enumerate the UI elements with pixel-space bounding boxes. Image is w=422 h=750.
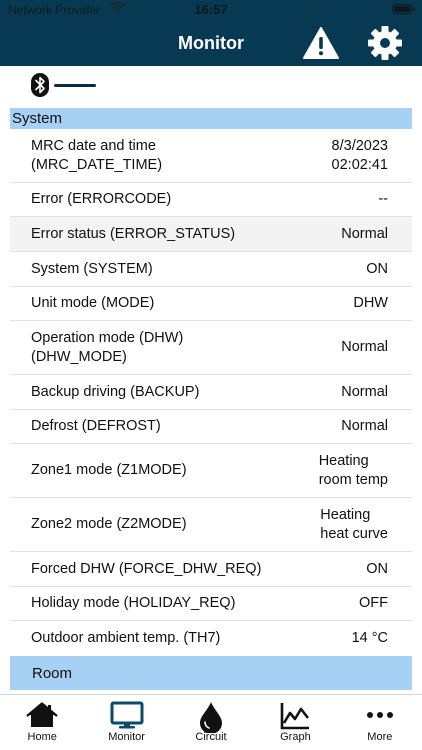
- tab-monitor[interactable]: Monitor: [84, 695, 168, 750]
- row-value: Normal: [341, 339, 388, 355]
- row-defrost[interactable]: Defrost (DEFROST) Normal: [10, 410, 412, 444]
- section-header-room[interactable]: Room: [10, 656, 412, 690]
- bluetooth-status: [30, 72, 150, 100]
- row-value: Normal: [341, 418, 388, 434]
- bluetooth-icon: [31, 73, 49, 97]
- warning-icon[interactable]: [302, 26, 340, 60]
- row-value: 14 °C: [351, 630, 388, 646]
- row-value: OFF: [359, 595, 388, 611]
- row-label: Zone2 mode (Z2MODE): [31, 516, 187, 532]
- tab-label: Circuit: [195, 731, 227, 743]
- row-error-code[interactable]: Error (ERRORCODE) --: [10, 183, 412, 217]
- row-error-status[interactable]: Error status (ERROR_STATUS) Normal: [10, 217, 412, 252]
- row-label: Operation mode (DHW) (DHW_MODE): [31, 329, 184, 365]
- row-label: Forced DHW (FORCE_DHW_REQ): [31, 560, 262, 577]
- section-header-system: System: [10, 108, 412, 129]
- row-value: Normal: [341, 225, 388, 242]
- row-value: 8/3/2023 02:02:41: [331, 137, 388, 173]
- tab-circuit[interactable]: Circuit: [169, 695, 253, 750]
- battery-icon: [392, 4, 415, 14]
- row-label: Unit mode (MODE): [31, 295, 155, 311]
- drop-icon: [200, 702, 223, 733]
- row-outdoor-temp[interactable]: Outdoor ambient temp. (TH7) 14 °C: [10, 621, 412, 656]
- tab-label: More: [367, 731, 393, 743]
- tab-more[interactable]: More: [338, 695, 422, 750]
- row-label: Holiday mode (HOLIDAY_REQ): [31, 595, 236, 611]
- home-icon: [26, 702, 58, 727]
- monitor-icon: [110, 701, 144, 729]
- graph-icon: [281, 703, 310, 730]
- tab-label: Monitor: [108, 731, 145, 743]
- status-bar: Network Provider 16:57: [0, 0, 422, 20]
- row-unit-mode[interactable]: Unit mode (MODE) DHW: [10, 287, 412, 321]
- tab-bar: Home Monitor Circuit Graph More: [0, 694, 422, 750]
- row-mrc-date-time[interactable]: MRC date and time (MRC_DATE_TIME) 8/3/20…: [10, 129, 412, 183]
- gear-icon[interactable]: [366, 24, 404, 62]
- connection-line: [54, 84, 96, 87]
- row-label: System (SYSTEM): [31, 260, 153, 277]
- row-label: Backup driving (BACKUP): [31, 383, 200, 400]
- row-operation-mode[interactable]: Operation mode (DHW) (DHW_MODE) Normal: [10, 321, 412, 375]
- app-header: Network Provider 16:57 Monitor: [0, 0, 422, 66]
- row-value: ON: [366, 560, 388, 577]
- row-value: --: [378, 191, 388, 207]
- tab-home[interactable]: Home: [0, 695, 84, 750]
- row-label: Error (ERRORCODE): [31, 191, 172, 207]
- row-label: Zone1 mode (Z1MODE): [31, 462, 187, 478]
- row-holiday-mode[interactable]: Holiday mode (HOLIDAY_REQ) OFF: [10, 587, 412, 621]
- row-value: ON: [366, 260, 388, 277]
- page-title: Monitor: [178, 33, 244, 53]
- row-forced-dhw[interactable]: Forced DHW (FORCE_DHW_REQ) ON: [10, 552, 412, 587]
- row-label: Error status (ERROR_STATUS): [31, 225, 236, 242]
- row-value: Heating room temp: [318, 452, 388, 488]
- row-value: DHW: [353, 295, 388, 311]
- row-zone2-mode[interactable]: Zone2 mode (Z2MODE) Heating heat curve: [10, 498, 412, 552]
- tab-label: Home: [27, 731, 57, 743]
- row-label: MRC date and time (MRC_DATE_TIME): [31, 137, 163, 173]
- clock: 16:57: [194, 2, 228, 17]
- tab-label: Graph: [280, 731, 311, 743]
- tab-graph[interactable]: Graph: [253, 695, 337, 750]
- monitor-list: MRC date and time (MRC_DATE_TIME) 8/3/20…: [10, 129, 412, 656]
- row-label: Outdoor ambient temp. (TH7): [31, 630, 221, 646]
- row-label: Defrost (DEFROST): [31, 418, 161, 434]
- row-system[interactable]: System (SYSTEM) ON: [10, 252, 412, 287]
- row-value: Heating heat curve: [320, 506, 388, 542]
- row-value: Normal: [341, 383, 388, 400]
- more-icon: [366, 712, 393, 718]
- row-zone1-mode[interactable]: Zone1 mode (Z1MODE) Heating room temp: [10, 444, 412, 498]
- row-backup-driving[interactable]: Backup driving (BACKUP) Normal: [10, 375, 412, 410]
